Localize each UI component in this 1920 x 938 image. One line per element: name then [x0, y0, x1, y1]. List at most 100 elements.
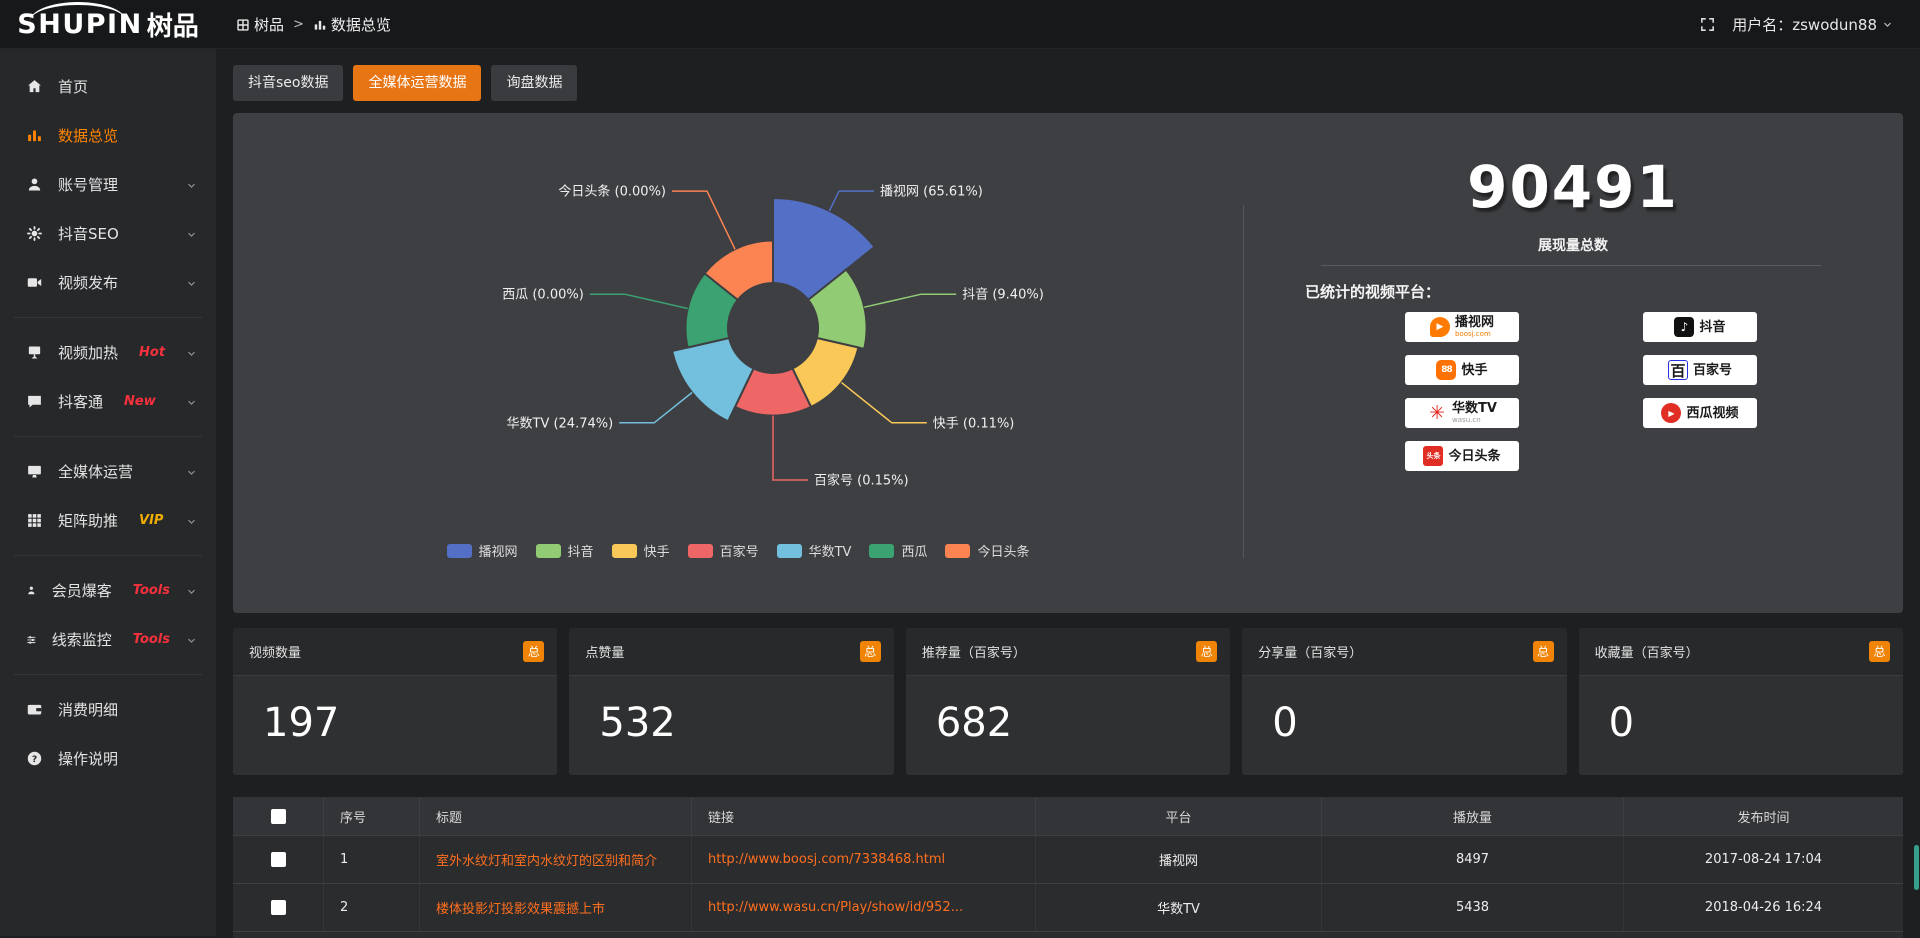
topbar: SHUPIN 树品 树品 > 数据总览 用户名：zswodun88 — [0, 0, 1920, 49]
sidebar-item-5[interactable]: 视频加热Hot — [0, 328, 216, 377]
breadcrumb-current-label: 数据总览 — [331, 14, 391, 35]
sidebar-item-8[interactable]: 矩阵助推VIP — [0, 496, 216, 545]
sidebar-item-3[interactable]: 抖音SEO — [0, 209, 216, 258]
row-checkbox[interactable] — [271, 852, 286, 867]
platform-badge-今日头条: 头条今日头条 — [1405, 441, 1519, 471]
logo-arc — [30, 2, 126, 21]
breadcrumb-current[interactable]: 数据总览 — [313, 14, 391, 35]
sidebar-item-0[interactable]: 首页 — [0, 62, 216, 111]
member-icon — [26, 582, 37, 599]
video-title-link[interactable]: 室外水纹灯和室内水纹灯的区别和简介 — [436, 850, 657, 869]
fullscreen-icon — [1699, 16, 1716, 33]
chevron-down-icon — [185, 634, 198, 647]
sidebar-item-2[interactable]: 账号管理 — [0, 160, 216, 209]
breadcrumb-home[interactable]: 树品 — [236, 14, 284, 35]
tab-1[interactable]: 全媒体运营数据 — [353, 65, 481, 101]
sidebar-item-11[interactable]: 消费明细 — [0, 685, 216, 734]
sidebar-item-label: 操作说明 — [58, 748, 118, 769]
tab-0[interactable]: 抖音seo数据 — [233, 65, 343, 101]
sidebar-item-badge: Tools — [133, 632, 170, 647]
legend-item-抖音[interactable]: 抖音 — [536, 541, 594, 560]
grid-small-icon — [236, 18, 250, 32]
col-header-title: 标题 — [419, 797, 691, 835]
bar-chart-icon — [313, 15, 327, 33]
total-badge: 总 — [523, 641, 544, 662]
sidebar-item-12[interactable]: ? 操作说明 — [0, 734, 216, 783]
scrollbar[interactable] — [1912, 48, 1920, 936]
stat-card-4: 收藏量（百家号）总0 — [1579, 628, 1903, 775]
pie-label-抖音: 抖音 (9.40%) — [962, 287, 1044, 303]
douyin-logo: ♪ — [1674, 317, 1694, 337]
platform-badge-column-left: ▶播视网boosj.com88快手✳华数TVwasu.cn头条今日头条 — [1405, 312, 1519, 471]
sidebar-item-10[interactable]: 线索监控Tools — [0, 615, 216, 664]
video-title-link[interactable]: 楼体投影灯投影效果震撼上市 — [436, 898, 605, 917]
sidebar-item-badge: New — [124, 394, 156, 409]
sidebar-item-6[interactable]: 抖客通 New — [0, 377, 216, 426]
tab-bar: 抖音seo数据全媒体运营数据询盘数据 — [233, 65, 1903, 101]
legend-item-百家号[interactable]: 百家号 — [688, 541, 759, 560]
pie-label-播视网: 播视网 (65.61%) — [880, 185, 983, 200]
chevron-down-icon — [185, 466, 198, 479]
fullscreen-icon[interactable] — [1699, 16, 1716, 33]
scrollbar-thumb[interactable] — [1914, 845, 1919, 890]
legend-chip — [688, 544, 713, 558]
video-url-link[interactable]: http://www.boosj.com/7338468.html — [708, 852, 945, 867]
sidebar-item-badge: Tools — [133, 583, 170, 598]
cell-plays: 5438 — [1321, 884, 1623, 931]
sidebar-item-9[interactable]: 会员爆客Tools — [0, 566, 216, 615]
sidebar-item-label: 抖客通 — [58, 391, 103, 412]
sidebar-item-label: 账号管理 — [58, 174, 118, 195]
row-checkbox[interactable] — [271, 900, 286, 915]
select-all-checkbox[interactable] — [271, 809, 286, 824]
legend-item-西瓜[interactable]: 西瓜 — [869, 541, 927, 560]
sidebar-item-label: 抖音SEO — [58, 223, 119, 244]
gear-icon — [26, 225, 43, 242]
platform-domain: wasu.cn — [1452, 417, 1497, 424]
sidebar-item-1[interactable]: 数据总览 — [0, 111, 216, 160]
pie-label-百家号: 百家号 (0.15%) — [814, 473, 909, 489]
platform-badge-抖音: ♪抖音 — [1643, 312, 1757, 342]
stat-card-label: 分享量（百家号） — [1258, 642, 1362, 661]
platform-name: 华数TV — [1452, 402, 1497, 415]
cell-time: 2017-08-24 17:04 — [1623, 836, 1903, 883]
cell-platform: 华数TV — [1035, 884, 1321, 931]
legend-label: 播视网 — [479, 541, 518, 560]
rose-pie-chart: 播视网 (65.61%)抖音 (9.40%)快手 (0.11%)百家号 (0.1… — [233, 113, 1243, 613]
legend-chip — [777, 544, 802, 558]
legend-item-今日头条[interactable]: 今日头条 — [945, 541, 1029, 560]
stat-card-0: 视频数量总197 — [233, 628, 557, 775]
username-label: 用户名：zswodun88 — [1732, 14, 1877, 35]
legend-label: 百家号 — [720, 541, 759, 560]
stat-card-header: 推荐量（百家号）总 — [906, 628, 1230, 676]
home-icon — [26, 78, 43, 95]
sidebar-item-badge: Hot — [139, 345, 165, 360]
svg-text:?: ? — [32, 754, 37, 765]
stat-card-value: 0 — [1242, 676, 1566, 746]
chevron-down-icon — [1881, 18, 1894, 31]
sidebar-item-label: 消费明细 — [58, 699, 118, 720]
platform-badge-column-right: ♪抖音百百家号▶西瓜视频 — [1643, 312, 1757, 428]
chart-panel: 播视网 (65.61%)抖音 (9.40%)快手 (0.11%)百家号 (0.1… — [233, 113, 1903, 613]
chevron-down-icon — [185, 277, 198, 290]
stat-card-value: 682 — [906, 676, 1230, 746]
legend-item-播视网[interactable]: 播视网 — [447, 541, 518, 560]
app-logo[interactable]: SHUPIN 树品 — [0, 6, 216, 43]
video-url-link[interactable]: http://www.wasu.cn/Play/show/id/952... — [708, 900, 963, 915]
legend-item-华数TV[interactable]: 华数TV — [777, 541, 852, 560]
cell-index: 2 — [323, 884, 419, 931]
col-header-time: 发布时间 — [1623, 797, 1903, 835]
pie-slice-播视网[interactable] — [773, 198, 875, 300]
question-icon: ? — [26, 750, 43, 767]
legend-item-快手[interactable]: 快手 — [612, 541, 670, 560]
platform-badge-华数TV: ✳华数TVwasu.cn — [1405, 398, 1519, 428]
tab-2[interactable]: 询盘数据 — [491, 65, 577, 101]
sidebar-item-label: 首页 — [58, 76, 88, 97]
legend-label: 抖音 — [568, 541, 594, 560]
cell-index: 1 — [323, 836, 419, 883]
sidebar-item-7[interactable]: 全媒体运营 — [0, 447, 216, 496]
summary-divider — [1321, 265, 1821, 266]
platform-badge-播视网: ▶播视网boosj.com — [1405, 312, 1519, 342]
username-menu[interactable]: 用户名：zswodun88 — [1732, 14, 1894, 35]
grid-icon — [26, 512, 43, 529]
sidebar-item-4[interactable]: 视频发布 — [0, 258, 216, 307]
